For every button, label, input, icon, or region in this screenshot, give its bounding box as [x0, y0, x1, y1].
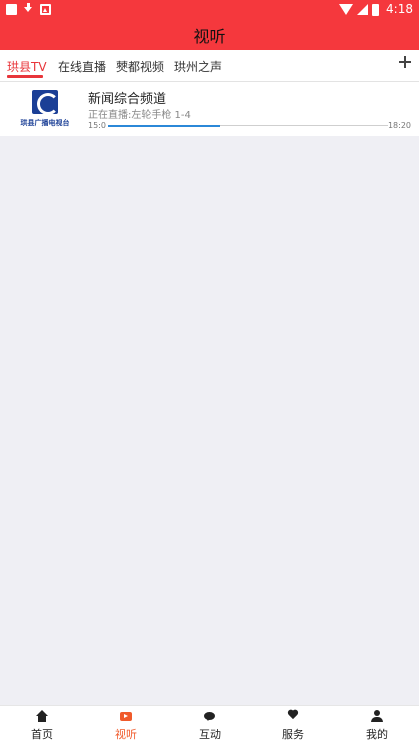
tab-gongxian-tv[interactable]: 珙县TV [7, 58, 47, 75]
image-notification-icon [40, 3, 51, 15]
nav-home-label: 首页 [31, 728, 53, 741]
channel-name: 新闻综合频道 [88, 92, 167, 107]
nav-media-label: 视听 [115, 728, 137, 741]
channel-logo: 珙县广播电视台 [14, 86, 76, 130]
station-name-logo: 珙县广播电视台 [20, 119, 70, 127]
download-icon [23, 3, 34, 15]
add-tab-button[interactable] [399, 56, 411, 68]
nav-service[interactable]: 服务 [251, 706, 335, 744]
cell-signal-icon [357, 4, 369, 15]
program-progress-fill [108, 124, 220, 127]
heart-icon [287, 710, 299, 721]
station-logo-icon [32, 90, 59, 115]
page-title: 视听 [193, 27, 226, 46]
active-tab-indicator [7, 75, 43, 78]
nav-service-label: 服务 [282, 728, 304, 741]
now-playing: 正在直播:左轮手枪 1-4 [88, 110, 191, 121]
system-icons: 4:18 [339, 2, 413, 17]
user-icon [371, 710, 383, 722]
category-tabs: 珙县TV 在线直播 僰都视频 珙州之声 [0, 50, 419, 82]
bottom-navigation: 首页 视听 互动 服务 我的 [0, 705, 419, 744]
tab-online-live[interactable]: 在线直播 [58, 58, 106, 75]
tab-bodu-video[interactable]: 僰都视频 [116, 58, 164, 75]
tab-gongzhou-voice[interactable]: 珙州之声 [174, 58, 222, 75]
notification-icons [6, 3, 51, 15]
nav-home[interactable]: 首页 [0, 706, 84, 744]
nav-profile-label: 我的 [366, 728, 388, 741]
battery-icon [372, 3, 380, 16]
nav-interact[interactable]: 互动 [168, 706, 252, 744]
tv-icon [120, 712, 132, 721]
status-time: 4:18 [386, 2, 413, 16]
program-progress-bar [108, 124, 388, 127]
chat-icon [204, 712, 215, 721]
title-bar: 视听 [0, 20, 419, 50]
status-bar: 4:18 [0, 0, 419, 20]
nav-profile[interactable]: 我的 [335, 706, 419, 744]
program-start-time: 15:0 [88, 121, 106, 130]
notification-square-icon [6, 3, 17, 15]
wifi-icon [339, 4, 354, 15]
channel-list-item[interactable]: 珙县广播电视台 新闻综合频道 正在直播:左轮手枪 1-4 15:0 18:20 [0, 82, 419, 136]
home-icon [36, 710, 48, 722]
nav-interact-label: 互动 [199, 728, 221, 741]
nav-media[interactable]: 视听 [84, 706, 168, 744]
program-end-time: 18:20 [387, 121, 411, 130]
